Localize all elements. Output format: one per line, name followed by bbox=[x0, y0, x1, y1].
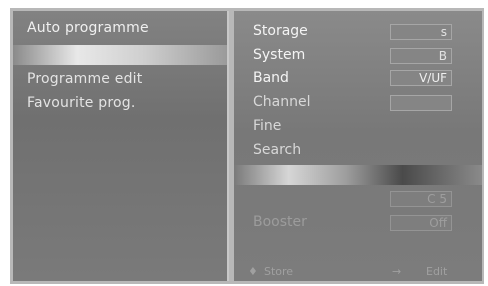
menu-panel: Auto programme Programme edit Favourite … bbox=[13, 11, 229, 281]
fine-label[interactable]: Fine bbox=[253, 118, 281, 134]
booster-label: Booster bbox=[253, 214, 307, 230]
arrow-right-icon: → bbox=[392, 265, 402, 278]
programme-number-value[interactable]: C 5 bbox=[390, 191, 452, 207]
system-label: System bbox=[253, 47, 306, 63]
menu-item-programme-edit[interactable]: Programme edit bbox=[27, 71, 142, 87]
channel-value[interactable] bbox=[390, 95, 452, 111]
band-value[interactable]: V/UF bbox=[390, 70, 452, 86]
system-value[interactable]: B bbox=[390, 48, 452, 64]
menu-highlight-bar bbox=[13, 45, 227, 65]
storage-label: Storage bbox=[253, 23, 308, 39]
store-key-icon: ♦ bbox=[248, 265, 258, 278]
edit-hint: Edit bbox=[426, 265, 448, 278]
menu-item-auto-programme[interactable]: Auto programme bbox=[27, 20, 149, 36]
settings-highlight-bar bbox=[234, 165, 482, 185]
band-label: Band bbox=[253, 70, 289, 86]
store-hint: Store bbox=[264, 265, 294, 278]
menu-item-favourite-prog[interactable]: Favourite prog. bbox=[27, 95, 136, 111]
storage-value[interactable]: s bbox=[390, 24, 452, 40]
search-label[interactable]: Search bbox=[253, 142, 301, 158]
footer-hints: ♦ Store → Edit bbox=[234, 263, 482, 281]
channel-label: Channel bbox=[253, 94, 311, 110]
booster-value[interactable]: Off bbox=[390, 215, 452, 231]
settings-panel: Storage s System B Band V/UF Channel Fin… bbox=[234, 11, 482, 281]
